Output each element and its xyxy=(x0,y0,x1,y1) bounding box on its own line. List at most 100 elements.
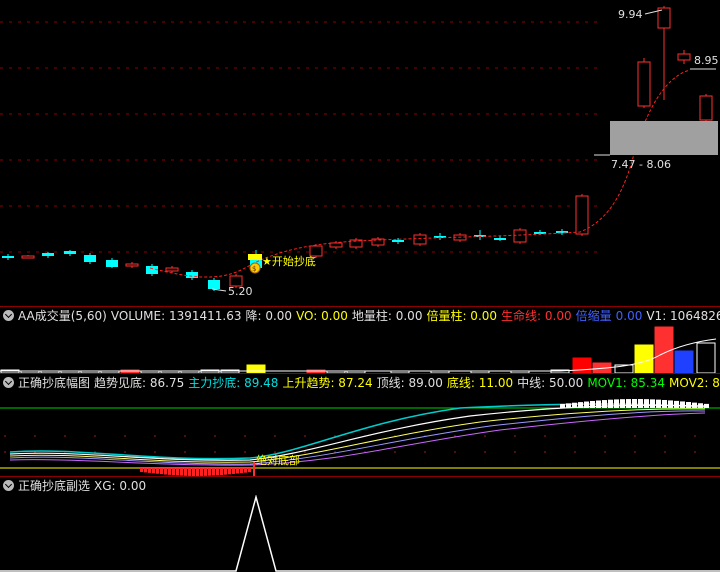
volume-legend-item-8: V1: 1064826.88 xyxy=(646,309,720,323)
bottom-bar xyxy=(236,468,239,474)
top-bar xyxy=(686,401,691,408)
grid-dot xyxy=(4,451,6,453)
candle[interactable] xyxy=(64,250,76,256)
grid-dot xyxy=(454,451,456,453)
panel-menu-icon[interactable] xyxy=(3,310,14,321)
candle[interactable] xyxy=(186,270,198,280)
price-low-label: 5.20 xyxy=(228,285,253,298)
bottom-bar xyxy=(196,468,199,476)
xg-panel-title: 正确抄底副选 xyxy=(18,479,91,493)
xg-value: XG: 0.00 xyxy=(94,479,147,493)
bottom-bar xyxy=(164,468,167,475)
grid-dot xyxy=(484,435,486,437)
candle[interactable] xyxy=(349,238,363,249)
grid-dot xyxy=(394,451,396,453)
grid-dot xyxy=(64,435,66,437)
trend-curve xyxy=(149,69,691,278)
top-bar xyxy=(704,403,709,408)
grid-dot xyxy=(514,435,516,437)
grid-dot xyxy=(634,451,636,453)
grid-dot xyxy=(604,435,606,437)
indicator-legend-item-4: 底线: 11.00 xyxy=(446,376,514,390)
bottom-bar xyxy=(168,468,171,475)
top-bar xyxy=(560,404,565,408)
candle[interactable] xyxy=(106,258,118,268)
volume-bar xyxy=(674,350,694,373)
top-bar xyxy=(584,401,589,408)
xg-signal-line xyxy=(0,495,720,572)
candlestick-chart[interactable]: 9.94 8.95 7.47 - 8.06 5.20 $ ★开始抄底 xyxy=(0,0,720,306)
top-bar xyxy=(608,399,613,408)
top-bar xyxy=(668,400,673,408)
candle[interactable] xyxy=(2,254,14,260)
top-bar xyxy=(692,402,697,408)
top-bar xyxy=(614,399,619,408)
xg-chart xyxy=(0,495,720,572)
grid-dot xyxy=(664,451,666,453)
grid-dot xyxy=(4,435,6,437)
candle[interactable] xyxy=(637,58,651,108)
candle[interactable] xyxy=(434,233,446,240)
bottom-signal-label: 绝对底部 xyxy=(256,453,300,467)
bottom-bar xyxy=(216,468,219,476)
grid-dot xyxy=(604,451,606,453)
grid-dot xyxy=(124,435,126,437)
bottom-bar xyxy=(212,468,215,476)
volume-legend-item-7: 0.00 xyxy=(615,309,643,323)
top-bar xyxy=(674,400,679,408)
grid-dot xyxy=(244,435,246,437)
top-bar xyxy=(596,400,601,408)
candle[interactable] xyxy=(165,266,179,273)
top-bar xyxy=(650,399,655,408)
candle[interactable] xyxy=(84,253,96,264)
candle[interactable] xyxy=(556,229,568,235)
panel-menu-icon[interactable] xyxy=(3,377,14,388)
candle[interactable] xyxy=(657,6,671,100)
candle[interactable] xyxy=(677,50,691,64)
candle[interactable] xyxy=(125,262,139,268)
bottom-bar xyxy=(200,468,203,476)
signal-label: ★开始抄底 xyxy=(262,254,316,268)
candle[interactable] xyxy=(575,194,589,236)
candle[interactable] xyxy=(371,237,385,247)
candle[interactable] xyxy=(494,236,506,241)
bottom-bar xyxy=(172,468,175,476)
bottom-bar xyxy=(156,468,159,474)
volume-bar xyxy=(572,357,592,373)
candle[interactable] xyxy=(513,228,527,244)
top-bar xyxy=(638,399,643,408)
top-bar xyxy=(644,399,649,408)
indicator-legend-item-1: 主力抄底: 89.48 xyxy=(188,376,279,390)
candle[interactable] xyxy=(42,252,54,258)
volume-panel-header: AA成交量(5,60) VOLUME: 1391411.63 降: 0.00 VO: … xyxy=(0,307,720,325)
grid-dot xyxy=(424,451,426,453)
candle[interactable] xyxy=(699,94,713,122)
volume-legend-item-5: 生命线: 0.00 xyxy=(501,309,572,323)
indicator-line-2 xyxy=(9,404,706,461)
xg-panel-header: 正确抄底副选 XG: 0.00 xyxy=(0,477,720,495)
indicator-chart: 绝对底部 xyxy=(0,399,720,476)
indicator-legend-item-7: MOV2: 86.75 xyxy=(668,376,720,390)
bottom-bar xyxy=(224,468,227,475)
bottom-bar xyxy=(204,468,207,476)
grid-dot xyxy=(184,435,186,437)
volume-legend-item-4: 倍量柱: 0.00 xyxy=(426,309,498,323)
bottom-bar xyxy=(232,468,235,474)
grid-dot xyxy=(154,435,156,437)
candle[interactable] xyxy=(474,230,486,240)
volume-legend-item-1: 降: 0.00 xyxy=(245,309,293,323)
indicator-legend-item-5: 中线: 50.00 xyxy=(517,376,584,390)
top-bar xyxy=(698,403,703,408)
candle[interactable] xyxy=(413,233,427,246)
grid-dot xyxy=(544,435,546,437)
panel-menu-icon[interactable] xyxy=(3,480,14,491)
bottom-bar xyxy=(208,468,211,476)
top-bar xyxy=(656,399,661,408)
grid-dot xyxy=(154,451,156,453)
top-bar xyxy=(620,399,625,408)
candle[interactable] xyxy=(392,238,404,244)
candle[interactable] xyxy=(21,255,35,259)
volume-legend-item-2: VO: 0.00 xyxy=(296,309,348,323)
grid-dot xyxy=(124,451,126,453)
grid-dot xyxy=(274,451,276,453)
